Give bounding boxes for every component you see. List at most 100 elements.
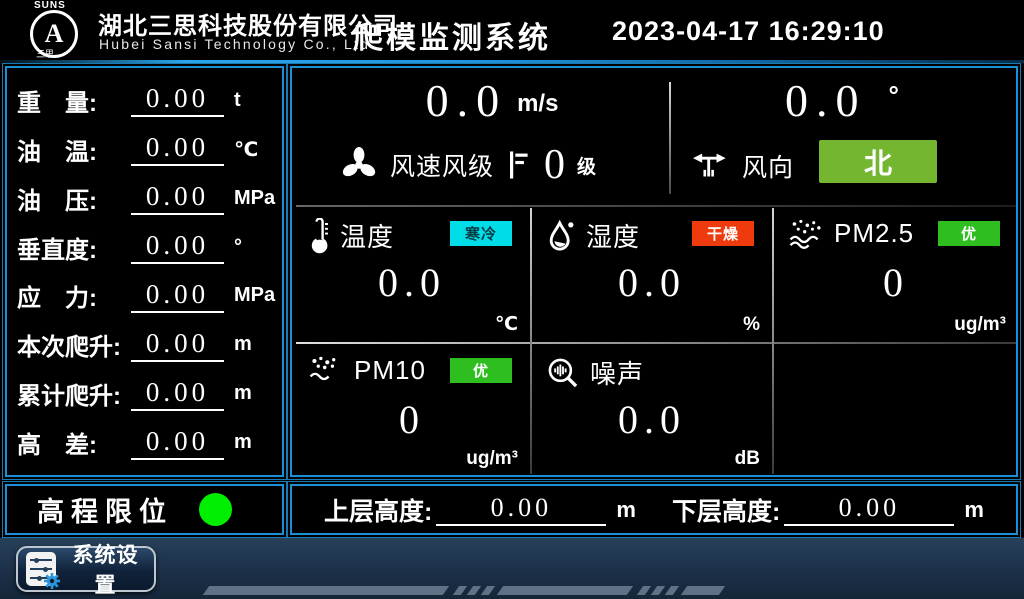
- wind-speed-value: 0.0: [426, 78, 508, 124]
- logo-bottom-text: 三思: [36, 47, 54, 60]
- temperature-unit: ℃: [495, 313, 518, 336]
- measurement-value: 0.00: [131, 230, 224, 264]
- footer-stripe: [467, 586, 481, 595]
- environment-panel: 0.0 m/s 风速风级 0 级: [290, 66, 1018, 477]
- wind-direction-unit: °: [889, 78, 899, 111]
- measurement-label: 油 压:: [17, 181, 129, 216]
- humidity-card: 湿度 干燥 0.0 %: [534, 209, 770, 340]
- measurement-row-weight: 重 量: 0.00 t: [17, 76, 272, 125]
- temperature-label: 温度: [340, 217, 394, 254]
- dust-particles-icon: [308, 354, 344, 386]
- grid-divider-horizontal-1: [296, 205, 1016, 207]
- pm10-unit: ug/m³: [466, 448, 518, 470]
- wind-level-value: 0: [544, 144, 565, 186]
- page-title: 爬模监测系统: [353, 13, 551, 57]
- humidity-unit: %: [743, 314, 760, 336]
- thermometer-icon: [308, 218, 330, 254]
- dust-particles-icon: [788, 217, 824, 249]
- measurement-value: 0.00: [131, 328, 224, 362]
- measurement-row-oil-temp: 油 温: 0.00 ℃: [17, 125, 272, 174]
- measurement-row-verticality: 垂直度: 0.00 °: [17, 223, 272, 272]
- header-separator: [0, 60, 1024, 63]
- wind-direction-group: 风向: [690, 148, 794, 184]
- wind-direction-value: 0.0: [785, 78, 867, 124]
- wind-speed-unit: m/s: [517, 90, 558, 124]
- measurement-value: 0.00: [131, 132, 224, 166]
- pm10-label: PM10: [354, 355, 426, 386]
- measurement-row-stress: 应 力: 0.00 MPa: [17, 272, 272, 321]
- datetime-display: 2023-04-17 16:29:10: [612, 16, 885, 47]
- wind-direction-label: 风向: [742, 148, 794, 184]
- wind-speed-group: 风速风级 0 级: [340, 144, 670, 186]
- footer-stripe: [481, 586, 495, 595]
- noise-card: 噪声 0.0 dB: [534, 346, 770, 474]
- measurement-row-height-diff: 高 差: 0.00 m: [17, 418, 272, 467]
- measurement-label: 垂直度:: [17, 230, 129, 265]
- settings-button-label: 系统设置: [65, 539, 146, 599]
- footer-stripe: [665, 586, 679, 595]
- upper-height-unit: m: [616, 497, 636, 523]
- measurement-label: 油 温:: [17, 132, 129, 167]
- wind-speed-readout: 0.0 m/s: [332, 78, 652, 124]
- system-settings-button[interactable]: 系统设置: [16, 546, 156, 592]
- footer-stripe: [651, 586, 665, 595]
- noise-meter-icon: [546, 356, 580, 390]
- measurements-panel: 重 量: 0.00 t 油 温: 0.00 ℃ 油 压: 0.00 MPa 垂直…: [5, 66, 284, 477]
- pm10-header: PM10: [308, 354, 426, 386]
- measurement-label: 本次爬升:: [17, 327, 129, 362]
- footer-stripe: [681, 586, 725, 595]
- pm25-value: 0: [776, 259, 1016, 306]
- measurement-label: 高 差:: [17, 425, 129, 460]
- pm25-status-badge: 优: [938, 221, 1000, 246]
- noise-unit: dB: [735, 448, 760, 470]
- upper-height-value: 0.00: [436, 493, 606, 526]
- elevation-limit-label: 高程限位: [37, 490, 173, 529]
- noise-value: 0.0: [534, 396, 770, 443]
- fan-icon: [340, 146, 378, 184]
- wind-level-unit: 级: [577, 152, 596, 179]
- company-logo-icon: SUNS A 三思: [22, 2, 94, 58]
- header: SUNS A 三思 湖北三思科技股份有限公司 Hubei Sansi Techn…: [0, 0, 1024, 60]
- pm10-value: 0: [296, 396, 528, 443]
- measurement-label: 重 量:: [17, 83, 129, 118]
- wind-level-icon: [506, 149, 532, 181]
- pm25-label: PM2.5: [834, 218, 914, 249]
- measurement-unit: ℃: [234, 137, 272, 162]
- measurement-unit: MPa: [234, 187, 272, 210]
- measurement-row-current-climb: 本次爬升: 0.00 m: [17, 320, 272, 369]
- footer-stripe: [637, 586, 651, 595]
- humidity-status-badge: 干燥: [692, 221, 754, 246]
- footer-stripe: [203, 586, 449, 595]
- wind-speed-label: 风速风级: [390, 147, 494, 183]
- grid-divider-vertical-2: [772, 208, 774, 474]
- temperature-header: 温度: [308, 217, 394, 254]
- measurement-value: 0.00: [131, 181, 224, 215]
- company-name-en: Hubei Sansi Technology Co., Ltd: [99, 36, 370, 52]
- heights-panel: 上层高度: 0.00 m 下层高度: 0.00 m: [290, 484, 1018, 535]
- pm25-header: PM2.5: [788, 217, 914, 249]
- humidity-label: 湿度: [586, 217, 640, 254]
- lower-height-label: 下层高度:: [672, 492, 780, 528]
- wind-direction-button[interactable]: 北: [819, 140, 937, 183]
- measurement-unit: m: [234, 431, 272, 454]
- humidity-header: 湿度: [546, 217, 640, 254]
- measurement-row-total-climb: 累计爬升: 0.00 m: [17, 369, 272, 418]
- measurement-value: 0.00: [131, 426, 224, 460]
- settings-sliders-icon: [26, 552, 56, 586]
- elevation-limit-panel: 高程限位: [5, 484, 284, 535]
- humidity-value: 0.0: [534, 259, 770, 306]
- wind-vane-icon: [690, 149, 730, 183]
- grid-divider-horizontal-2: [296, 342, 1016, 344]
- noise-label: 噪声: [590, 354, 644, 391]
- measurement-unit: m: [234, 382, 272, 405]
- lower-height-group: 下层高度: 0.00 m: [672, 492, 984, 528]
- logo-letter: A: [45, 19, 64, 49]
- footer-stripe: [497, 586, 633, 595]
- measurement-row-oil-pressure: 油 压: 0.00 MPa: [17, 174, 272, 223]
- gear-icon: [42, 571, 62, 591]
- footer-stripe: [453, 586, 467, 595]
- water-drop-icon: [546, 219, 576, 253]
- hmi-screen: SUNS A 三思 湖北三思科技股份有限公司 Hubei Sansi Techn…: [0, 0, 1024, 599]
- lower-height-unit: m: [964, 497, 984, 523]
- pm10-card: PM10 优 0 ug/m³: [296, 346, 528, 474]
